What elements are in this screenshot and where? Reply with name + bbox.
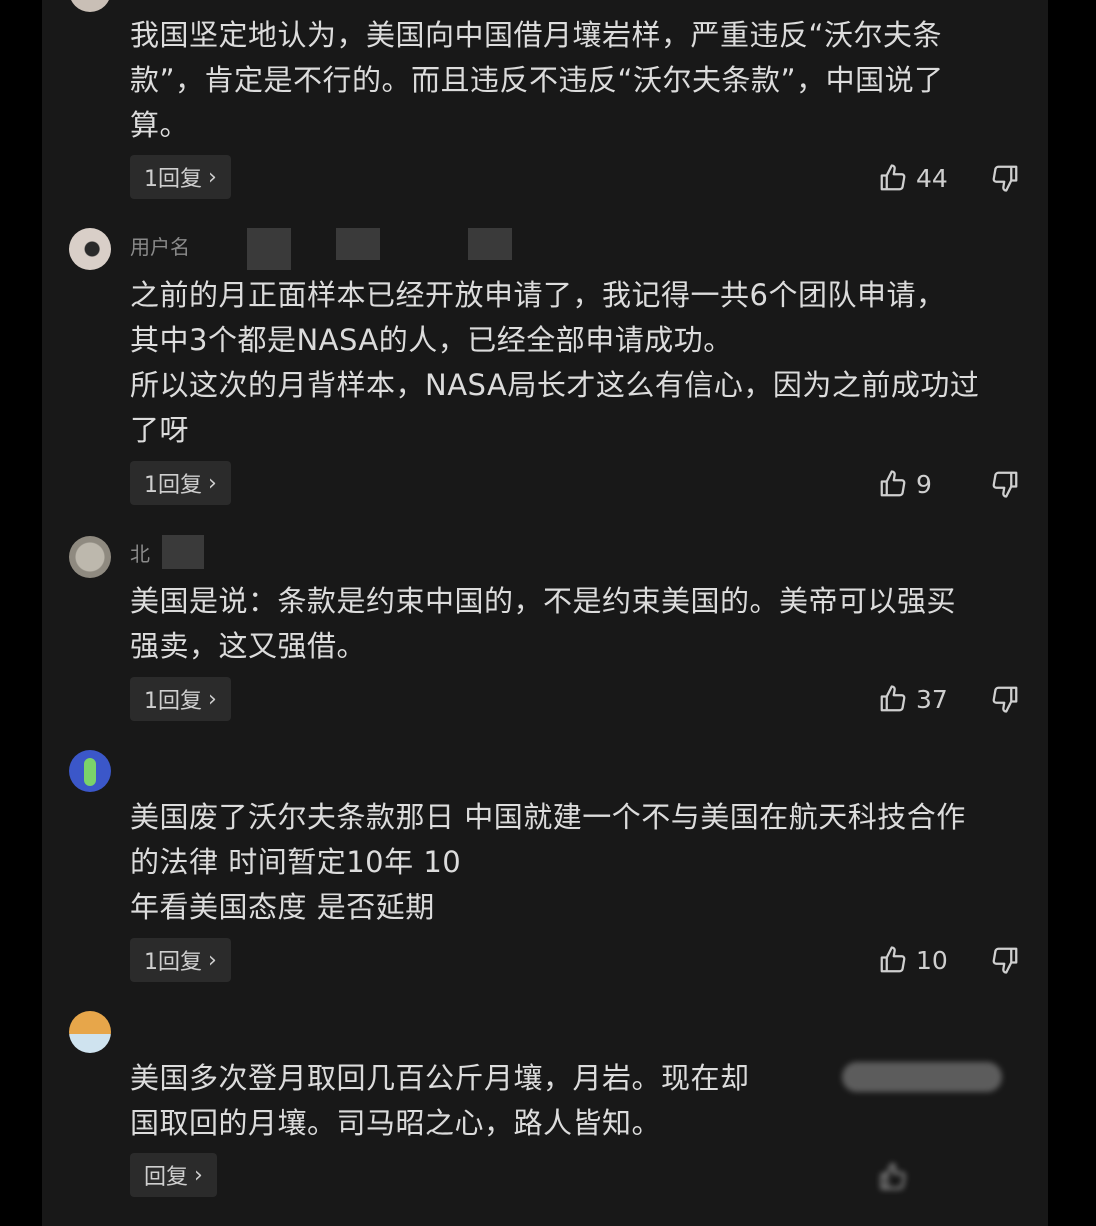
redaction-block (336, 228, 380, 260)
comment-text-line: 款”，肯定是不行的。而且违反不违反“沃尔夫条款”，中国说了 (130, 63, 944, 97)
like-button[interactable]: 9 (878, 462, 932, 506)
dislike-button[interactable] (990, 677, 1020, 721)
avatar[interactable] (69, 536, 111, 578)
thumbs-up-icon (878, 684, 908, 714)
thumbs-down-icon (990, 469, 1020, 499)
like-button[interactable]: 10 (878, 938, 948, 982)
avatar[interactable] (69, 1011, 111, 1053)
like-count: 44 (916, 163, 948, 193)
comment-text: 美国是说：条款是约束中国的，不是约束美国的。美帝可以强买 强卖，这又强借。 (130, 579, 1030, 669)
comment-text-line: 国取回的月壤。司马昭之心，路人皆知。 (130, 1106, 662, 1140)
like-button[interactable]: 44 (878, 156, 948, 200)
thumbs-up-icon (878, 163, 908, 193)
dislike-button[interactable] (990, 156, 1020, 200)
reply-button[interactable]: 1回复 › (130, 938, 231, 982)
comment-text-line: 美国是说：条款是约束中国的，不是约束美国的。美帝可以强买 (130, 584, 957, 618)
dislike-button[interactable] (990, 938, 1020, 982)
like-count: 9 (916, 469, 932, 499)
chevron-right-icon: › (208, 686, 217, 712)
reply-button[interactable]: 1回复 › (130, 461, 231, 505)
redaction-block (842, 1062, 1002, 1092)
dislike-button[interactable] (990, 462, 1020, 506)
comment-text-line: 年看美国态度 是否延期 (130, 890, 435, 924)
chevron-right-icon: › (208, 164, 217, 190)
reply-label: 回复 (144, 1165, 189, 1190)
comment-text-line: 强卖，这又强借。 (130, 629, 367, 663)
cactus-icon (84, 758, 96, 786)
thumbs-down-icon (990, 945, 1020, 975)
avatar[interactable] (69, 0, 111, 12)
chevron-right-icon: › (194, 1162, 203, 1188)
comment-text-line: 之前的月正面样本已经开放申请了，我记得一共6个团队申请， (130, 278, 946, 312)
reply-label: 1回复 (144, 473, 202, 498)
thumbs-down-icon (990, 684, 1020, 714)
thumbs-up-icon (878, 945, 908, 975)
comment-text-line: 美国废了沃尔夫条款那日 中国就建一个不与美国在航天科技合作 (130, 800, 966, 834)
redaction-block (468, 228, 512, 260)
comment-text: 我国坚定地认为，美国向中国借月壤岩样，严重违反“沃尔夫条 款”，肯定是不行的。而… (130, 13, 1030, 148)
thumbs-up-icon (878, 1162, 908, 1192)
comment-text: 美国废了沃尔夫条款那日 中国就建一个不与美国在航天科技合作 的法律 时间暂定10… (130, 795, 1030, 930)
thumbs-down-icon (990, 163, 1020, 193)
comment-text-line: 了呀 (130, 413, 190, 447)
like-button[interactable]: 37 (878, 677, 948, 721)
reply-button[interactable]: 回复 › (130, 1153, 217, 1197)
redaction-block (247, 228, 291, 270)
reply-button[interactable]: 1回复 › (130, 155, 231, 199)
comment-text-line: 的法律 时间暂定10年 10 (130, 845, 462, 879)
reply-button[interactable]: 1回复 › (130, 677, 231, 721)
comment-text-line: 我国坚定地认为，美国向中国借月壤岩样，严重违反“沃尔夫条 (130, 18, 943, 52)
comment-text: 之前的月正面样本已经开放申请了，我记得一共6个团队申请， 其中3个都是NASA的… (130, 273, 1030, 453)
like-count: 37 (916, 684, 948, 714)
redaction-block (162, 535, 204, 569)
comment-text-line: 所以这次的月背样本，NASA局长才这么有信心，因为之前成功过 (130, 368, 980, 402)
thumbs-up-icon (878, 469, 908, 499)
chevron-right-icon: › (208, 947, 217, 973)
like-count: 10 (916, 945, 948, 975)
reply-label: 1回复 (144, 689, 202, 714)
username[interactable]: 北 (130, 538, 150, 566)
like-button[interactable] (878, 1155, 916, 1199)
comment-panel: 我国坚定地认为，美国向中国借月壤岩样，严重违反“沃尔夫条 款”，肯定是不行的。而… (42, 0, 1048, 1226)
avatar[interactable] (69, 750, 111, 792)
comment-text-line: 其中3个都是NASA的人，已经全部申请成功。 (130, 323, 733, 357)
comment-text-line: 算。 (130, 108, 190, 142)
chevron-right-icon: › (208, 470, 217, 496)
username[interactable]: 用户名 (130, 231, 190, 259)
reply-label: 1回复 (144, 950, 202, 975)
reply-label: 1回复 (144, 167, 202, 192)
avatar[interactable] (69, 228, 111, 270)
